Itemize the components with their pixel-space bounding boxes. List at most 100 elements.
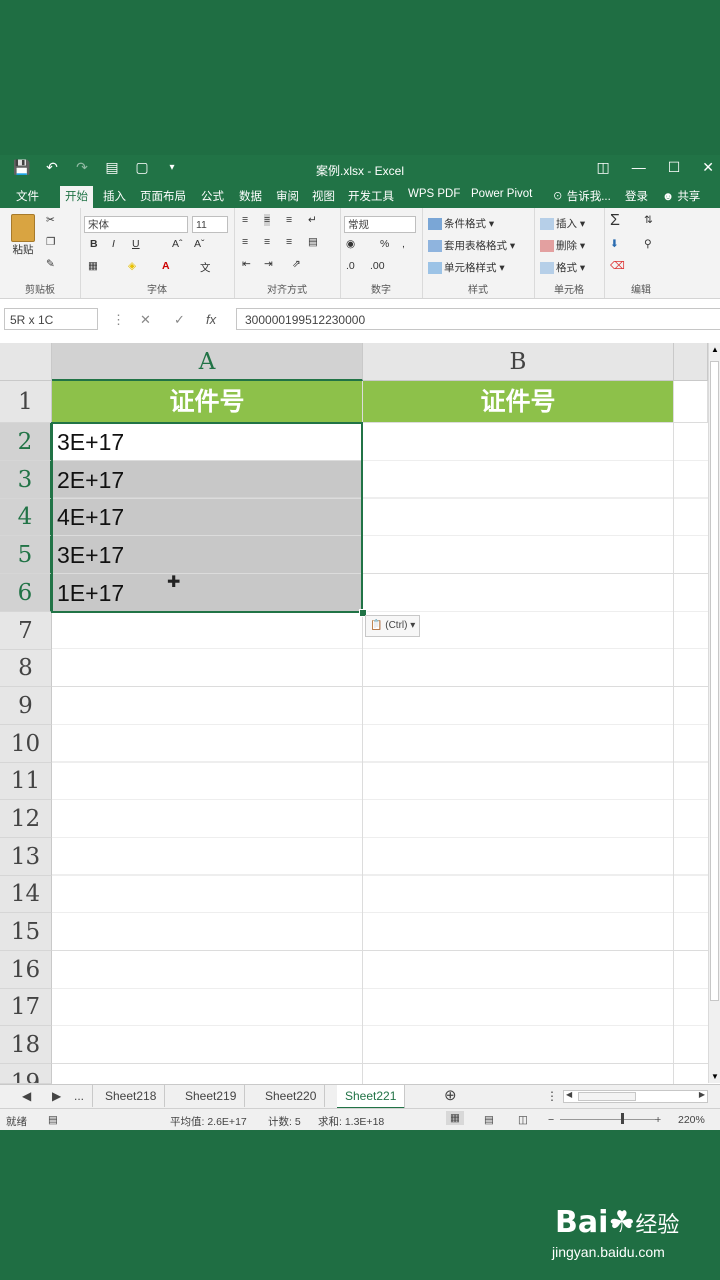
find-select-icon[interactable]: ⚲ <box>644 238 652 250</box>
align-left-icon[interactable]: ≡ <box>242 236 248 248</box>
scroll-up-icon[interactable]: ▲ <box>711 345 719 354</box>
sort-filter-icon[interactable]: ⇅ <box>644 214 653 226</box>
vertical-scroll-thumb[interactable] <box>710 361 719 1001</box>
row-header[interactable]: 3 <box>0 461 52 499</box>
row-header[interactable]: 7 <box>0 612 52 650</box>
row-header[interactable]: 6 <box>0 574 52 612</box>
macro-record-icon[interactable]: ▤ <box>48 1114 58 1126</box>
format-as-table-button[interactable]: 套用表格格式 ▾ <box>428 238 515 253</box>
tab-page-layout[interactable]: 页面布局 <box>140 188 186 204</box>
cell-styles-button[interactable]: 单元格样式 ▾ <box>428 260 505 275</box>
scroll-right-icon[interactable]: ▶ <box>699 1090 705 1099</box>
row-header[interactable]: 1 <box>0 381 52 423</box>
tab-file[interactable]: 文件 <box>16 188 39 204</box>
column-header-c[interactable] <box>674 343 708 381</box>
font-size-select[interactable]: 11 <box>192 216 228 233</box>
increase-decimal-icon[interactable]: .0 <box>346 260 355 272</box>
row-header[interactable]: 9 <box>0 687 52 725</box>
new-sheet-icon[interactable]: ⊕ <box>436 1085 465 1107</box>
cell-a1[interactable]: 证件号 <box>52 381 363 423</box>
align-middle-icon[interactable]: ≡ <box>264 214 271 226</box>
column-header-a[interactable]: A <box>52 343 363 381</box>
conditional-format-button[interactable]: 条件格式 ▾ <box>428 216 494 231</box>
tab-formulas[interactable]: 公式 <box>201 188 224 204</box>
row-header[interactable]: 16 <box>0 951 52 989</box>
sheet-tab[interactable]: Sheet220 <box>257 1085 326 1107</box>
grow-font-icon[interactable]: Aˆ <box>172 238 183 250</box>
currency-icon[interactable]: ◉ <box>346 238 355 250</box>
tab-home[interactable]: 开始 <box>60 186 93 210</box>
row-header[interactable]: 2 <box>0 423 52 461</box>
cut-icon[interactable]: ✂ <box>46 214 55 226</box>
format-cells-button[interactable]: 格式 ▾ <box>540 260 585 275</box>
zoom-slider[interactable] <box>560 1119 656 1120</box>
insert-function-button[interactable]: fx <box>206 312 216 327</box>
shrink-font-icon[interactable]: Aˇ <box>194 238 205 250</box>
row-header[interactable]: 13 <box>0 838 52 876</box>
zoom-out-icon[interactable]: − <box>548 1114 554 1126</box>
scroll-down-icon[interactable]: ▼ <box>711 1072 719 1081</box>
tab-data[interactable]: 数据 <box>239 188 262 204</box>
row-header[interactable]: 18 <box>0 1026 52 1064</box>
format-painter-icon[interactable]: ✎ <box>46 258 55 270</box>
tab-developer[interactable]: 开发工具 <box>348 188 394 204</box>
row-header[interactable]: 15 <box>0 913 52 951</box>
sheet-tab[interactable]: Sheet219 <box>177 1085 246 1107</box>
align-right-icon[interactable]: ≡ <box>286 236 292 248</box>
insert-cells-button[interactable]: 插入 ▾ <box>540 216 585 231</box>
sheet-tab-active[interactable]: Sheet221 <box>337 1085 406 1110</box>
cancel-icon[interactable]: ✕ <box>140 312 151 328</box>
tab-review[interactable]: 审阅 <box>276 188 299 204</box>
sheet-tab[interactable]: Sheet218 <box>97 1085 166 1107</box>
copy-icon[interactable]: ❐ <box>46 236 55 248</box>
paste-options-button[interactable]: 📋 (Ctrl) ▾ <box>365 615 421 637</box>
name-box[interactable]: 5R x 1C <box>4 308 98 330</box>
row-header[interactable]: 8 <box>0 650 52 687</box>
underline-button[interactable]: U <box>132 238 140 250</box>
normal-view-icon[interactable]: ▦ <box>446 1111 464 1125</box>
minimize-icon[interactable]: — <box>632 159 646 176</box>
horizontal-scroll-thumb[interactable] <box>578 1092 636 1101</box>
cell-b1[interactable]: 证件号 <box>363 381 674 423</box>
scroll-left-icon[interactable]: ◀ <box>566 1090 572 1099</box>
zoom-in-icon[interactable]: + <box>655 1114 661 1126</box>
row-header[interactable]: 14 <box>0 876 52 913</box>
font-name-select[interactable]: 宋体 <box>84 216 188 233</box>
increase-indent-icon[interactable]: ⇥ <box>264 258 273 270</box>
paste-button[interactable]: 粘贴 <box>8 214 38 257</box>
cell-a4[interactable]: 4E+17 <box>52 499 363 536</box>
number-format-select[interactable]: 常规 <box>344 216 416 233</box>
decrease-decimal-icon[interactable]: .00 <box>370 260 385 272</box>
fill-color-icon[interactable]: ◈ <box>128 260 136 272</box>
page-break-view-icon[interactable]: ◫ <box>518 1114 528 1126</box>
comma-icon[interactable]: , <box>402 238 405 250</box>
row-header[interactable]: 12 <box>0 800 52 838</box>
vertical-scrollbar[interactable]: ▲ ▼ <box>708 343 720 1083</box>
autosum-icon[interactable]: Σ <box>610 212 620 230</box>
align-center-icon[interactable]: ≡ <box>264 236 270 248</box>
cell-c1[interactable] <box>674 381 708 423</box>
merge-center-icon[interactable]: ▤ <box>308 236 318 248</box>
bold-button[interactable]: B <box>90 238 98 250</box>
clear-icon[interactable]: ⌫ <box>610 260 625 272</box>
zoom-slider-thumb[interactable] <box>621 1113 624 1124</box>
wrap-text-icon[interactable]: ↵ <box>308 214 317 226</box>
orientation-icon[interactable]: ⇗ <box>292 258 301 270</box>
select-all-button[interactable] <box>0 343 52 381</box>
tell-me-search[interactable]: ☉ 告诉我... <box>552 188 611 204</box>
row-header[interactable]: 17 <box>0 989 52 1026</box>
tab-view[interactable]: 视图 <box>312 188 335 204</box>
row-header[interactable]: 11 <box>0 763 52 800</box>
prev-sheet-icon[interactable]: ◀ <box>14 1085 39 1107</box>
maximize-icon[interactable]: ☐ <box>668 159 681 176</box>
row-header[interactable]: 5 <box>0 536 52 574</box>
align-top-icon[interactable]: ≡ <box>242 214 248 226</box>
fill-icon[interactable]: ⬇ <box>610 238 619 250</box>
tab-power-pivot[interactable]: Power Pivot <box>471 188 532 200</box>
close-icon[interactable]: ✕ <box>702 159 714 176</box>
italic-button[interactable]: I <box>112 238 115 250</box>
horizontal-scrollbar[interactable]: ◀ ▶ <box>563 1090 708 1103</box>
zoom-level[interactable]: 220% <box>678 1114 705 1126</box>
tab-insert[interactable]: 插入 <box>103 188 126 204</box>
borders-icon[interactable]: ▦ <box>88 260 98 272</box>
